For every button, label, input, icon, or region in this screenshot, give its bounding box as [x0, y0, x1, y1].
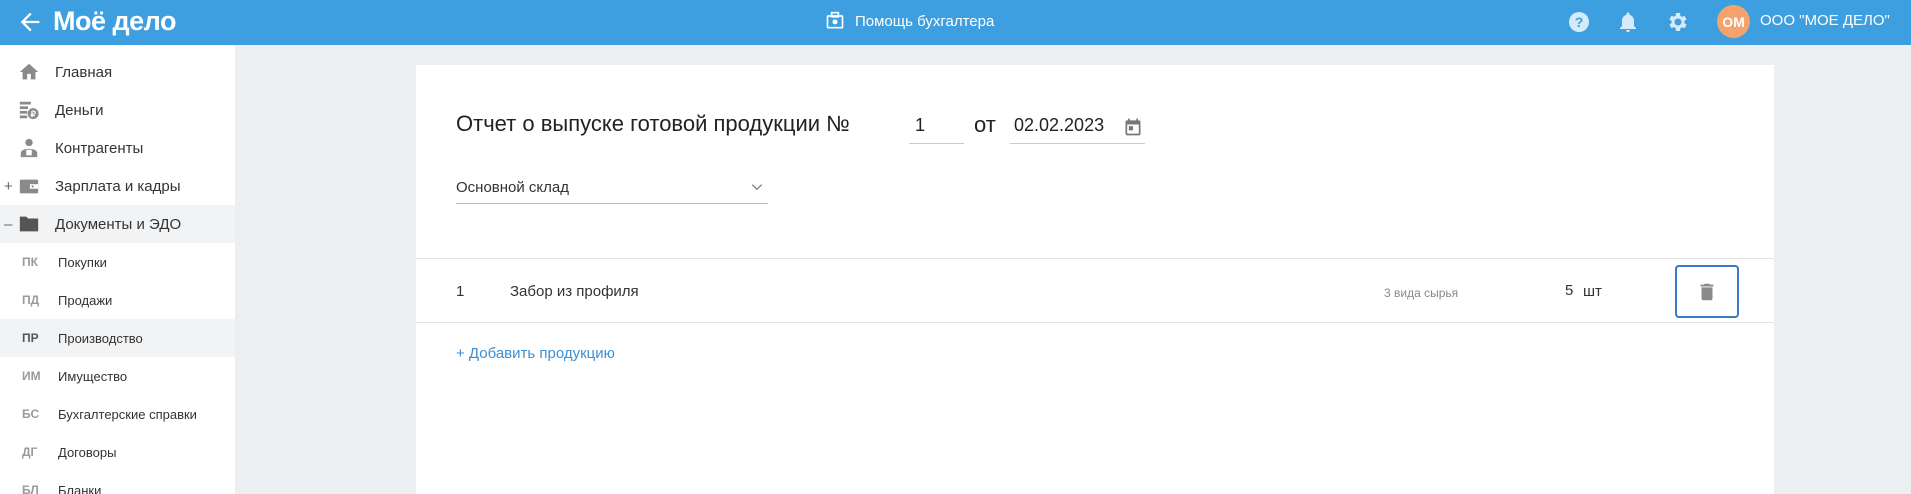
- logo[interactable]: Моё дело: [53, 6, 176, 37]
- back-arrow-icon[interactable]: [16, 8, 44, 36]
- collapse-indicator: –: [4, 215, 13, 233]
- sidebar-item-documents[interactable]: – Документы и ЭДО: [0, 205, 235, 243]
- add-product-link[interactable]: + Добавить продукцию: [456, 345, 615, 362]
- company-name[interactable]: ООО "МОЕ ДЕЛО": [1760, 12, 1890, 29]
- folder-icon: [19, 216, 39, 232]
- sidebar-subitem-contracts[interactable]: ДГ Договоры: [0, 433, 235, 471]
- sidebar-item-label: Главная: [55, 63, 113, 81]
- sidebar-item-label: Деньги: [55, 101, 104, 119]
- sub-label: Бухгалтерские справки: [58, 406, 197, 422]
- home-icon: [19, 63, 39, 80]
- money-icon: ₽: [19, 101, 39, 120]
- product-name: Забор из профиля: [510, 283, 639, 300]
- raw-materials-link[interactable]: 3 вида сырья: [1384, 286, 1458, 300]
- sub-abbr: ИМ: [22, 369, 41, 383]
- sidebar-item-label: Зарплата и кадры: [55, 177, 181, 195]
- trash-icon: [1700, 283, 1714, 300]
- document-card: Отчет о выпуске готовой продукции № от О…: [416, 65, 1774, 494]
- product-unit: шт: [1583, 283, 1602, 300]
- avatar[interactable]: ОМ: [1717, 5, 1750, 38]
- sidebar-subitem-purchases[interactable]: ПК Покупки: [0, 243, 235, 281]
- top-bar: Моё дело Помощь бухгалтера ? ОМ ООО "МОЕ…: [0, 0, 1911, 45]
- table-row[interactable]: 1 Забор из профиля 3 вида сырья 5 шт: [416, 258, 1774, 323]
- page-title: Отчет о выпуске готовой продукции №: [456, 111, 850, 136]
- sidebar-item-home[interactable]: Главная: [0, 53, 235, 91]
- expand-indicator: +: [4, 177, 13, 195]
- sub-label: Покупки: [58, 254, 107, 270]
- sidebar-item-salary[interactable]: + Зарплата и кадры: [0, 167, 235, 205]
- sidebar-subitem-accounting-certificates[interactable]: БС Бухгалтерские справки: [0, 395, 235, 433]
- sidebar-subitem-forms[interactable]: БЛ Бланки: [0, 471, 235, 494]
- sub-abbr: ДГ: [22, 445, 38, 459]
- chevron-down-icon: [751, 184, 763, 191]
- sidebar-item-label: Документы и ЭДО: [55, 215, 182, 233]
- sub-label: Продажи: [58, 292, 113, 308]
- product-quantity: 5: [1565, 282, 1574, 299]
- sub-abbr: ПР: [22, 331, 39, 345]
- sub-abbr: ПК: [22, 255, 38, 269]
- helper-label: Помощь бухгалтера: [855, 12, 995, 30]
- sub-abbr: БС: [22, 407, 40, 421]
- svg-text:₽: ₽: [31, 110, 36, 119]
- gear-icon[interactable]: [1666, 10, 1690, 34]
- sidebar-item-contractors[interactable]: Контрагенты: [0, 129, 235, 167]
- sidebar: Главная ₽ Деньги Контрагенты + Зарплата …: [0, 45, 235, 494]
- helper-icon: [826, 11, 844, 29]
- sidebar-item-money[interactable]: ₽ Деньги: [0, 91, 235, 129]
- accountant-help-button[interactable]: Помощь бухгалтера: [825, 9, 994, 33]
- sidebar-item-label: Контрагенты: [55, 139, 144, 157]
- warehouse-value: Основной склад: [456, 179, 570, 196]
- document-number-input[interactable]: [909, 108, 964, 144]
- sidebar-subitem-production[interactable]: ПР Производство: [0, 319, 235, 357]
- sub-label: Имущество: [58, 368, 128, 384]
- sidebar-subitem-sales[interactable]: ПД Продажи: [0, 281, 235, 319]
- help-icon[interactable]: ?: [1567, 10, 1591, 34]
- wallet-icon: [19, 179, 39, 194]
- delete-row-button[interactable]: [1675, 265, 1739, 318]
- sub-label: Договоры: [58, 444, 117, 460]
- bell-icon[interactable]: [1616, 10, 1640, 34]
- from-label: от: [974, 112, 996, 137]
- warehouse-select[interactable]: Основной склад: [456, 170, 768, 204]
- row-number: 1: [456, 283, 465, 300]
- sub-abbr: БЛ: [22, 483, 39, 494]
- svg-text:?: ?: [1575, 14, 1584, 30]
- person-icon: [20, 138, 38, 158]
- calendar-icon[interactable]: [1123, 117, 1143, 137]
- sidebar-subitem-property[interactable]: ИМ Имущество: [0, 357, 235, 395]
- sub-abbr: ПД: [22, 293, 40, 307]
- sub-label: Производство: [58, 330, 143, 346]
- sub-label: Бланки: [58, 482, 102, 494]
